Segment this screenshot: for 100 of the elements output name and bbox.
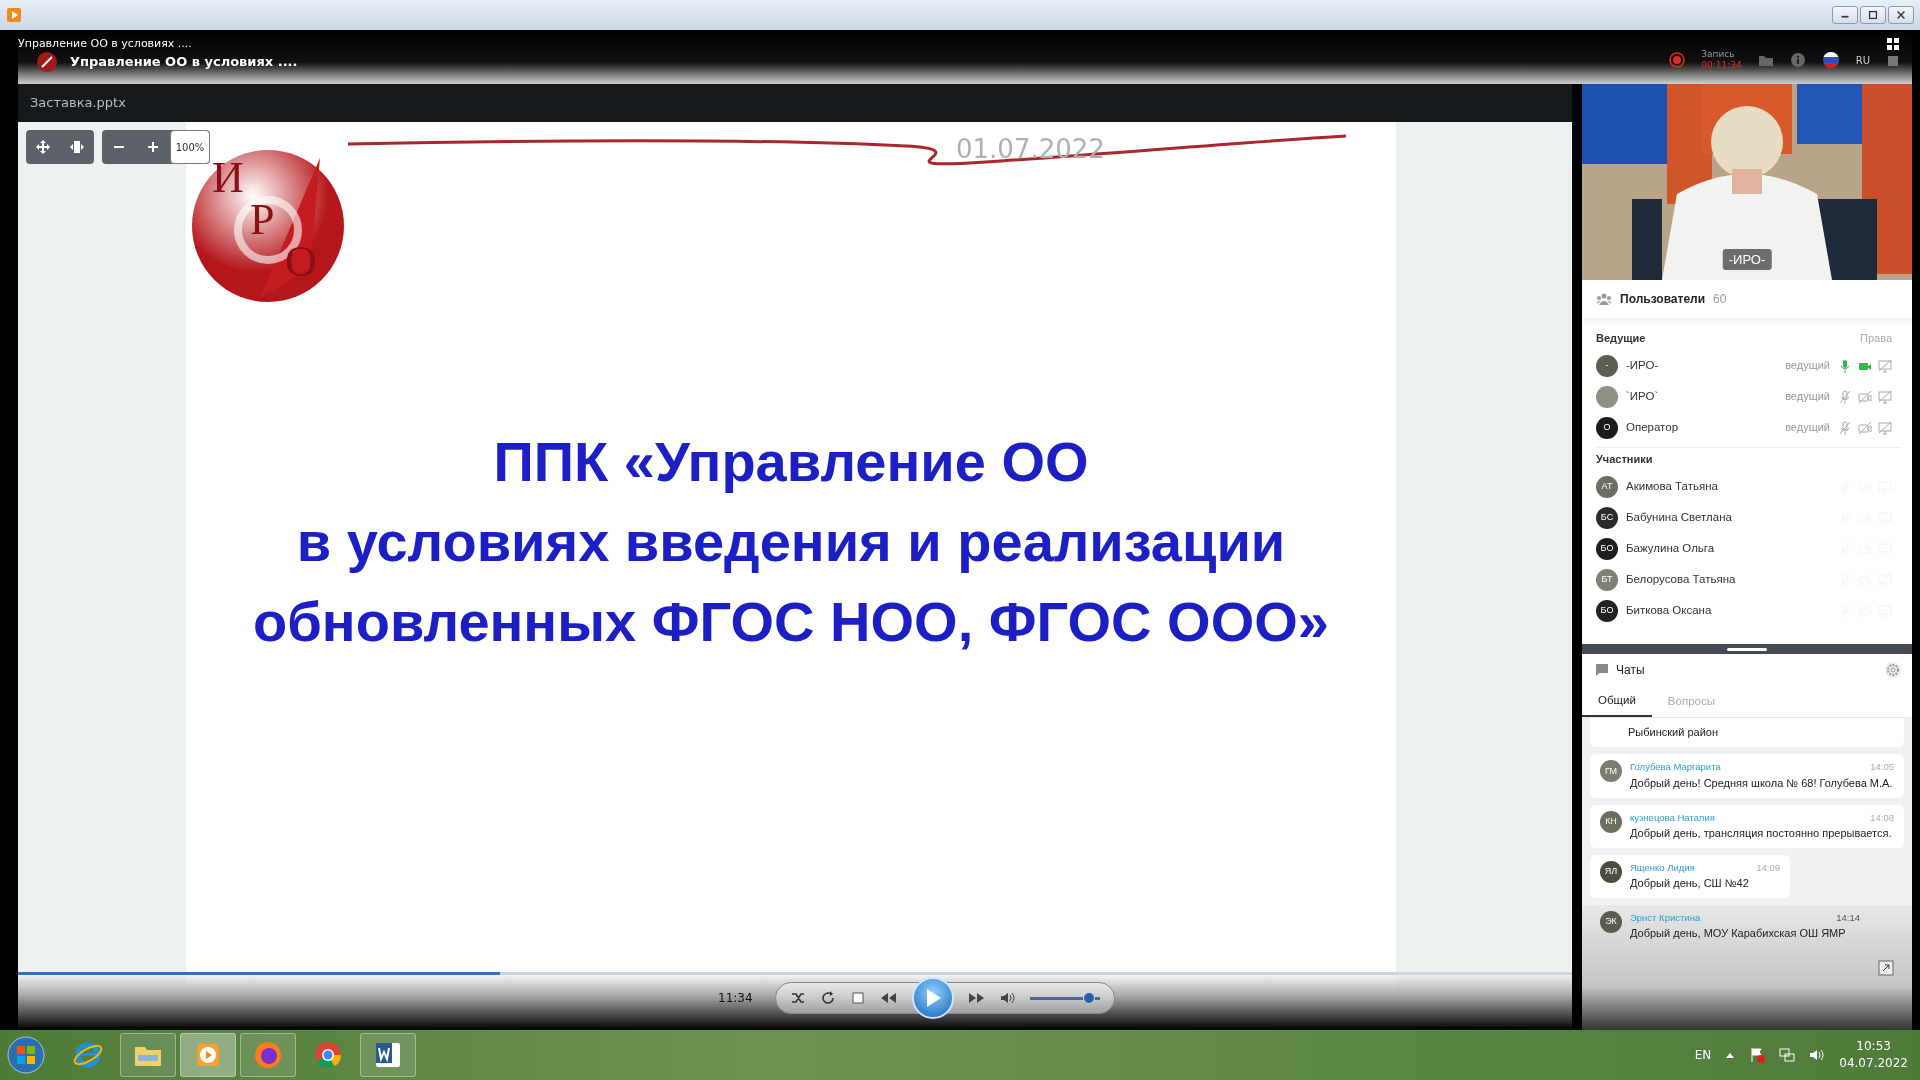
close-icon (1895, 9, 1907, 21)
close-button[interactable] (1888, 6, 1914, 24)
network-icon[interactable] (1779, 1047, 1796, 1063)
repeat-icon (819, 990, 836, 1006)
muted-microphone-icon[interactable] (1838, 389, 1852, 404)
avatar: БС (1596, 506, 1618, 529)
maximize-icon (1867, 9, 1879, 21)
avatar: ЭК (1600, 911, 1622, 933)
webinar-title: Управление ОО в условиях .... (70, 53, 298, 72)
users-title: Пользователи (1620, 291, 1706, 308)
record-icon[interactable] (1669, 52, 1686, 68)
message-time: 14:09 (1756, 860, 1780, 875)
message-author: Эрнст Кристина (1630, 911, 1701, 925)
stop-button[interactable] (849, 990, 866, 1006)
folder-icon[interactable] (1757, 53, 1774, 67)
info-icon[interactable] (1789, 52, 1806, 68)
resize-handle[interactable] (1582, 644, 1912, 654)
logo-letter: И (212, 156, 244, 200)
logo-letter: О (285, 240, 317, 284)
volume-icon[interactable] (1809, 1047, 1826, 1063)
firefox-icon (252, 1039, 284, 1071)
member-name: Белорусова Татьяна (1626, 571, 1736, 587)
language-indicator[interactable]: EN (1694, 1046, 1712, 1064)
message-text: Добрый день, трансляция постоянно прерывается. (1630, 825, 1893, 841)
tray-arrow-icon[interactable] (1725, 1051, 1736, 1059)
slide-title-line: обновленных ФГОС НОО, ФГОС ООО» (252, 589, 1330, 655)
users-icon (1596, 293, 1612, 305)
rewind-icon (879, 990, 898, 1006)
record-time: 00:11:34 (1701, 60, 1742, 71)
users-count: 60 (1713, 291, 1727, 308)
start-icon[interactable] (6, 1035, 46, 1075)
window-caption: Управление ОО в условиях .... (18, 36, 192, 52)
message-text: Добрый день, СШ №42 (1630, 876, 1750, 891)
avatar: КН (1600, 810, 1622, 833)
message-text: Добрый день! Средняя школа № 68! Голубева М.А. (1630, 775, 1894, 791)
stop-icon (849, 990, 866, 1006)
member-name: `ИРО` (1626, 388, 1659, 404)
member-role: ведущий (1785, 420, 1830, 436)
avatar: - (1596, 354, 1618, 377)
member-name: Акимова Татьяна (1626, 478, 1718, 494)
fit-width-icon (70, 140, 84, 154)
avatar: О (1596, 416, 1618, 439)
expand-icon[interactable] (1878, 959, 1894, 976)
muted-microphone-icon[interactable] (1838, 420, 1852, 435)
camera-off-icon[interactable] (1858, 389, 1872, 404)
shuffle-icon (789, 990, 806, 1006)
shuffle-button[interactable] (789, 990, 806, 1006)
file-name: Заставка.pptx (30, 94, 126, 113)
app-icon (6, 7, 22, 23)
action-center-icon[interactable] (1749, 1047, 1766, 1063)
zoom-value[interactable]: 100% (170, 130, 210, 164)
group-title: Участники (1596, 452, 1653, 468)
flag-icon[interactable] (1821, 51, 1840, 69)
message-author: Ященко Лидия (1630, 860, 1695, 875)
message-time: 14:14 (1836, 911, 1860, 925)
volume-button[interactable] (999, 990, 1016, 1006)
forward-button[interactable] (967, 990, 986, 1006)
clock-time[interactable]: 10:53 (1839, 1038, 1908, 1055)
layout-icon[interactable] (1886, 38, 1900, 68)
rights-label: Права (1860, 330, 1892, 346)
fast-forward-icon (967, 990, 986, 1006)
chat-icon (1596, 664, 1608, 676)
elapsed-time: 11:34 (718, 990, 753, 1007)
volume-thumb[interactable] (1083, 991, 1096, 1004)
slide-date: 01.07.2022 (956, 133, 1105, 166)
avatar: БТ (1596, 568, 1618, 591)
plus-icon (147, 141, 159, 153)
play-button[interactable] (911, 977, 954, 1019)
camera-off-icon[interactable] (1858, 420, 1872, 435)
video-caption: -ИРО- (1722, 248, 1772, 270)
settings-icon[interactable] (1884, 661, 1902, 679)
chrome-icon (312, 1039, 344, 1071)
taskbar-button[interactable] (360, 1033, 416, 1077)
avatar: БО (1596, 599, 1618, 622)
slide-title-line: в условиях введения и реализации (295, 509, 1287, 575)
screen-icon[interactable] (1878, 358, 1892, 373)
rewind-button[interactable] (879, 990, 898, 1006)
avatar: АТ (1596, 475, 1618, 498)
screen-icon[interactable] (1878, 389, 1892, 404)
screen-icon[interactable] (1878, 420, 1892, 435)
group-title: Ведущие (1596, 330, 1646, 346)
logo-icon (36, 51, 58, 73)
speaker-icon (999, 990, 1016, 1006)
message-author: кузнецова Наталия (1630, 810, 1715, 825)
clock-date[interactable]: 04.07.2022 (1839, 1055, 1908, 1072)
language-label[interactable]: RU (1855, 52, 1870, 68)
member-name: Оператор (1626, 419, 1679, 435)
member-role: ведущий (1785, 358, 1830, 374)
taskbar-button[interactable] (240, 1033, 296, 1077)
maximize-button[interactable] (1860, 6, 1886, 24)
slide-title-line: ППК «Управление ОО (492, 429, 1090, 495)
repeat-button[interactable] (819, 990, 836, 1006)
microphone-icon[interactable] (1838, 358, 1852, 373)
message-author: Голубева Маргарита (1630, 760, 1721, 775)
message-time: 14:08 (1870, 810, 1894, 825)
minimize-button[interactable] (1832, 6, 1858, 24)
logo-letter: Р (250, 198, 275, 242)
chat-title: Чаты (1616, 662, 1645, 679)
avatar: ЯЛ (1600, 860, 1622, 883)
move-icon (36, 140, 50, 154)
